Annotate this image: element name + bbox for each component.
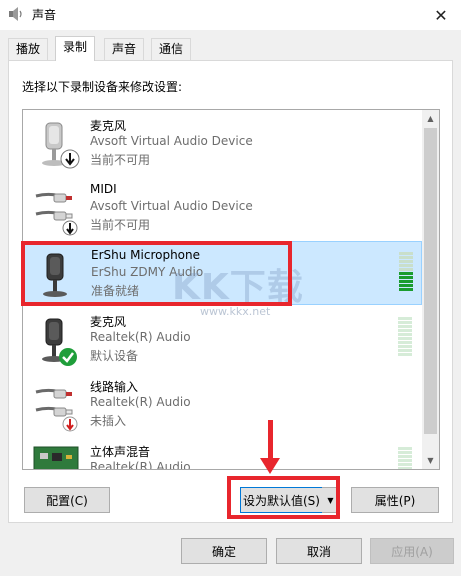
- level-segment: [399, 260, 413, 263]
- level-segment: [398, 463, 412, 466]
- device-status: 当前不可用: [90, 218, 151, 232]
- vertical-scrollbar[interactable]: ▲ ▼: [422, 110, 439, 469]
- highlight-box-button: [227, 476, 340, 519]
- device-row[interactable]: 立体声混音 Realtek(R) Audio: [24, 437, 422, 470]
- watermark-url: www.kkx.net: [200, 305, 271, 318]
- device-status: 当前不可用: [90, 153, 151, 167]
- level-segment: [399, 272, 413, 275]
- level-segment: [398, 341, 412, 344]
- close-button[interactable]: ✕: [421, 0, 461, 30]
- level-segment: [398, 317, 412, 320]
- red-down-arrow-badge: [62, 416, 78, 432]
- chevron-up-icon: ▲: [427, 114, 434, 123]
- level-segment: [398, 455, 412, 458]
- level-segment: [399, 288, 413, 291]
- device-name: 立体声混音: [90, 445, 151, 459]
- window-title: 声音: [32, 8, 57, 22]
- scroll-thumb[interactable]: [424, 128, 437, 434]
- line-in-cable-icon: [35, 192, 78, 236]
- scroll-up-button[interactable]: ▲: [422, 110, 439, 127]
- level-segment: [398, 451, 412, 454]
- level-segment: [398, 321, 412, 324]
- tab-recording[interactable]: 录制: [55, 36, 96, 61]
- chevron-down-icon: ▼: [427, 456, 434, 465]
- down-arrow-badge: [62, 220, 78, 236]
- level-segment: [398, 333, 412, 336]
- microphone-icon: [42, 318, 77, 366]
- device-description: Realtek(R) Audio: [90, 330, 191, 344]
- device-description: Realtek(R) Audio: [90, 460, 191, 470]
- level-meter: [398, 447, 412, 469]
- tab-playback[interactable]: 播放: [8, 38, 49, 60]
- cancel-button[interactable]: 取消: [276, 538, 362, 564]
- down-arrow-badge: [60, 149, 80, 169]
- close-icon: ✕: [434, 5, 448, 25]
- apply-button[interactable]: 应用(A): [370, 538, 454, 564]
- level-segment: [399, 264, 413, 267]
- level-segment: [398, 337, 412, 340]
- level-meter: [398, 317, 412, 357]
- speaker-icon: [9, 7, 22, 21]
- level-segment: [399, 280, 413, 283]
- device-status: 未插入: [90, 414, 127, 428]
- circuit-board-icon: [33, 446, 79, 469]
- level-segment: [398, 325, 412, 328]
- level-segment: [398, 467, 412, 469]
- level-segment: [399, 256, 413, 259]
- level-segment: [399, 252, 413, 255]
- line-in-cable-icon: [35, 388, 78, 432]
- device-name: 线路输入: [90, 380, 139, 394]
- level-segment: [398, 353, 412, 356]
- title-bar: 声音 ✕: [0, 0, 461, 30]
- device-name: 麦克风: [90, 119, 127, 133]
- device-description: Avsoft Virtual Audio Device: [90, 134, 253, 148]
- level-segment: [398, 345, 412, 348]
- device-description: Avsoft Virtual Audio Device: [90, 199, 253, 213]
- level-meter: [399, 252, 413, 292]
- scroll-down-button[interactable]: ▼: [422, 452, 439, 469]
- level-segment: [398, 349, 412, 352]
- tab-communications[interactable]: 通信: [151, 38, 192, 60]
- level-segment: [399, 276, 413, 279]
- level-segment: [398, 329, 412, 332]
- tab-sounds[interactable]: 声音: [104, 38, 145, 60]
- device-status: 默认设备: [90, 349, 139, 363]
- configure-button[interactable]: 配置(C): [24, 487, 110, 513]
- microphone-icon: [42, 122, 80, 169]
- properties-button[interactable]: 属性(P): [351, 487, 439, 513]
- instructions-label: 选择以下录制设备来修改设置:: [22, 80, 183, 94]
- annotation-arrow-head: [260, 458, 280, 474]
- ok-button[interactable]: 确定: [181, 538, 267, 564]
- device-row[interactable]: 线路输入 Realtek(R) Audio 未插入: [24, 372, 422, 436]
- device-row[interactable]: MIDI Avsoft Virtual Audio Device 当前不可用: [24, 176, 422, 240]
- green-check-badge: [59, 348, 77, 366]
- device-description: Realtek(R) Audio: [90, 395, 191, 409]
- device-row[interactable]: 麦克风 Avsoft Virtual Audio Device 当前不可用: [24, 111, 422, 175]
- level-segment: [399, 268, 413, 271]
- device-name: MIDI: [90, 182, 117, 196]
- device-name: 麦克风: [90, 315, 127, 329]
- level-segment: [398, 447, 412, 450]
- level-segment: [398, 459, 412, 462]
- level-segment: [399, 284, 413, 287]
- annotation-arrow: [268, 420, 273, 462]
- highlight-box-device: [21, 241, 292, 306]
